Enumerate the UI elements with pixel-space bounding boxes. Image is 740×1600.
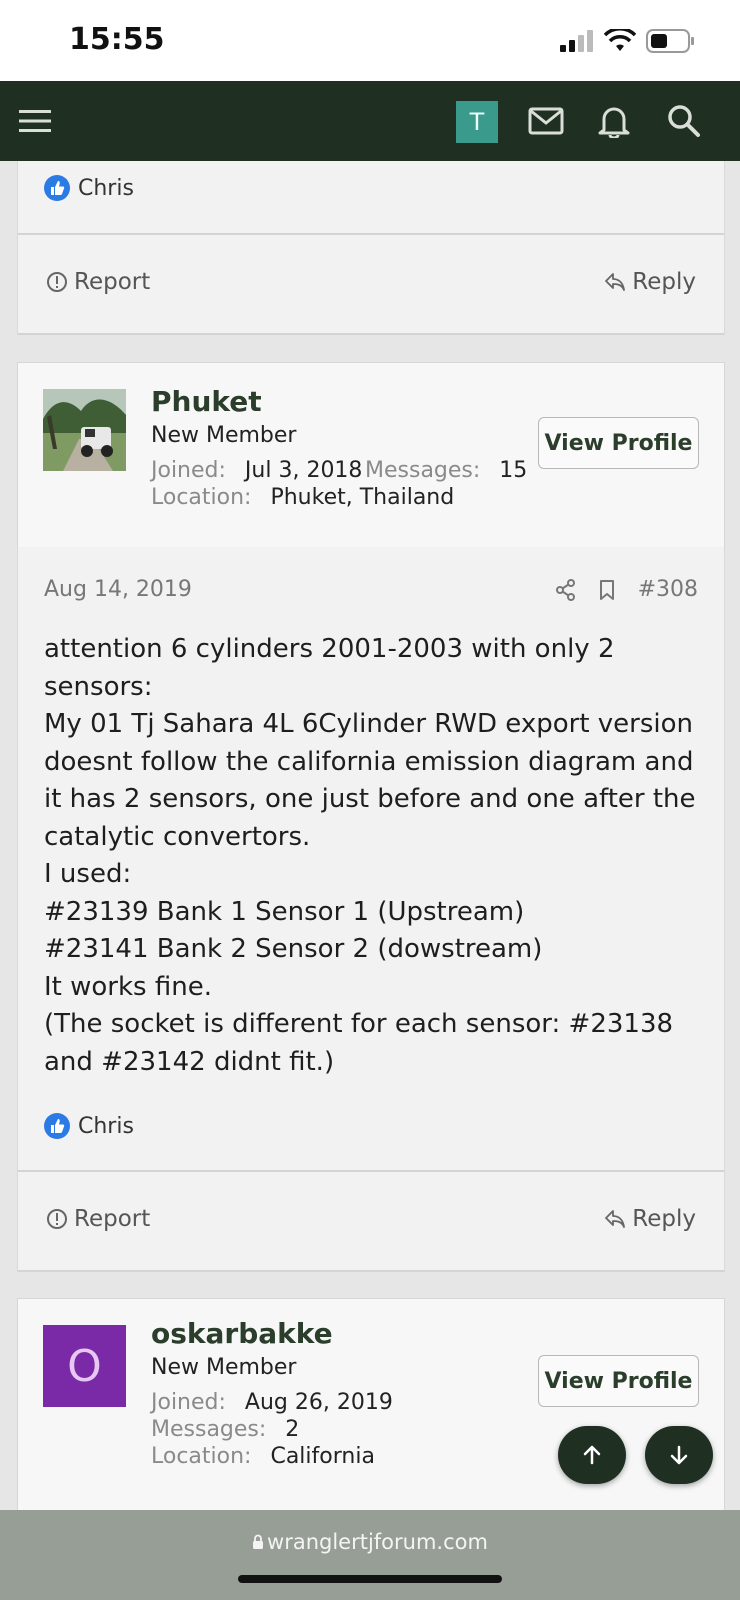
report-label: Report — [74, 269, 151, 295]
author-joined: Joined: Jul 3, 2018 — [151, 458, 362, 483]
arrow-down-icon — [670, 1445, 688, 1465]
messages-label: Messages: — [365, 458, 481, 483]
scroll-up-button[interactable] — [558, 1426, 626, 1484]
home-indicator-bar — [238, 1575, 502, 1583]
divider — [18, 1270, 724, 1272]
joined-value: Jul 3, 2018 — [244, 458, 363, 483]
browser-url-bar[interactable]: wranglertjforum.com — [0, 1510, 740, 1600]
signal-icon — [560, 30, 593, 52]
view-profile-button[interactable]: View Profile — [538, 417, 699, 469]
status-icons — [560, 28, 696, 54]
reply-icon — [605, 273, 626, 291]
report-label: Report — [74, 1206, 151, 1232]
report-button[interactable]: Report — [46, 269, 150, 295]
view-profile-button[interactable]: View Profile — [538, 1355, 699, 1407]
url-text: wranglertjforum.com — [267, 1530, 488, 1554]
mail-icon[interactable] — [527, 81, 565, 161]
post-line: catalytic convertors. — [44, 821, 311, 852]
location-label: Location: — [151, 485, 252, 510]
reaction-row[interactable]: Chris — [44, 1113, 134, 1139]
location-label: Location: — [151, 1444, 252, 1469]
post-tools: #308 — [555, 577, 698, 602]
author-name[interactable]: Phuket — [151, 385, 262, 418]
divider — [18, 233, 724, 235]
reply-label: Reply — [632, 1206, 696, 1232]
post-line: It works fine. — [44, 971, 212, 1002]
post-line: (The socket is different for each sensor… — [44, 1009, 674, 1039]
reply-label: Reply — [632, 269, 696, 295]
divider — [18, 333, 724, 335]
report-icon — [47, 1209, 67, 1229]
post-308: Aug 14, 2019 #308 attention 6 cylinders … — [17, 547, 725, 1272]
author-avatar[interactable]: O — [43, 1325, 126, 1407]
author-location: Location: Phuket, Thailand — [151, 485, 454, 510]
joined-label: Joined: — [151, 458, 226, 483]
divider — [18, 1170, 724, 1172]
thumbs-up-icon — [44, 1113, 70, 1139]
bookmark-icon[interactable] — [598, 579, 616, 601]
author-joined: Joined: Aug 26, 2019 — [151, 1390, 393, 1415]
reply-icon — [605, 1210, 626, 1228]
post-line: I used: — [44, 859, 132, 889]
url-display[interactable]: wranglertjforum.com — [0, 1530, 740, 1554]
location-value: California — [270, 1444, 375, 1469]
reply-button[interactable]: Reply — [604, 1206, 696, 1232]
reaction-user: Chris — [78, 175, 134, 201]
post-number[interactable]: #308 — [638, 577, 698, 602]
reaction-user: Chris — [78, 1113, 134, 1139]
menu-icon[interactable] — [18, 81, 52, 161]
post-line: it has 2 sensors, one just before and on… — [44, 784, 696, 814]
bell-icon[interactable] — [596, 81, 632, 161]
battery-icon — [646, 29, 694, 53]
messages-label: Messages: — [151, 1417, 267, 1442]
author-title: New Member — [151, 423, 297, 448]
status-time: 15:55 — [69, 22, 165, 57]
author-messages: Messages: 15 — [365, 458, 527, 483]
report-button[interactable]: Report — [46, 1206, 150, 1232]
user-avatar-button[interactable]: T — [456, 101, 498, 143]
reply-button[interactable]: Reply — [604, 269, 696, 295]
previous-post-footer: Chris Report Reply — [17, 161, 725, 335]
next-author-card: O oskarbakke New Member Joined: Aug 26, … — [17, 1298, 725, 1530]
wifi-icon — [604, 29, 636, 51]
author-messages: Messages: 2 — [151, 1417, 299, 1442]
share-icon[interactable] — [555, 578, 576, 601]
lock-icon — [253, 1534, 264, 1549]
messages-value: 15 — [499, 458, 528, 483]
status-bar: 15:55 — [0, 0, 740, 81]
author-avatar[interactable] — [43, 389, 126, 471]
post-author-card: Phuket New Member Joined: Jul 3, 2018 Me… — [17, 362, 725, 548]
post-line: #23139 Bank 1 Sensor 1 (Upstream) — [44, 896, 525, 927]
joined-value: Aug 26, 2019 — [244, 1390, 393, 1415]
thumbs-up-icon — [44, 175, 70, 201]
post-body: attention 6 cylinders 2001-2003 with onl… — [44, 631, 704, 1081]
author-location: Location: California — [151, 1444, 375, 1469]
report-icon — [47, 272, 67, 292]
messages-value: 2 — [285, 1417, 300, 1442]
post-line: attention 6 cylinders 2001-2003 with onl… — [44, 634, 615, 664]
post-line: doesnt follow the california emission di… — [44, 746, 694, 777]
arrow-up-icon — [583, 1445, 601, 1465]
post-date[interactable]: Aug 14, 2019 — [44, 577, 192, 602]
reaction-row[interactable]: Chris — [44, 175, 134, 201]
author-name[interactable]: oskarbakke — [151, 1317, 333, 1350]
post-line: sensors: — [44, 671, 153, 702]
post-line: and #23142 didnt fit.) — [44, 1046, 335, 1077]
joined-label: Joined: — [151, 1390, 226, 1415]
location-value: Phuket, Thailand — [270, 485, 455, 510]
post-line: My 01 Tj Sahara 4L 6Cylinder RWD export … — [44, 709, 694, 739]
author-title: New Member — [151, 1355, 297, 1380]
post-line: #23141 Bank 2 Sensor 2 (dowstream) — [44, 934, 543, 964]
forum-topbar: T — [0, 81, 740, 161]
search-icon[interactable] — [666, 81, 702, 161]
scroll-down-button[interactable] — [645, 1426, 713, 1484]
